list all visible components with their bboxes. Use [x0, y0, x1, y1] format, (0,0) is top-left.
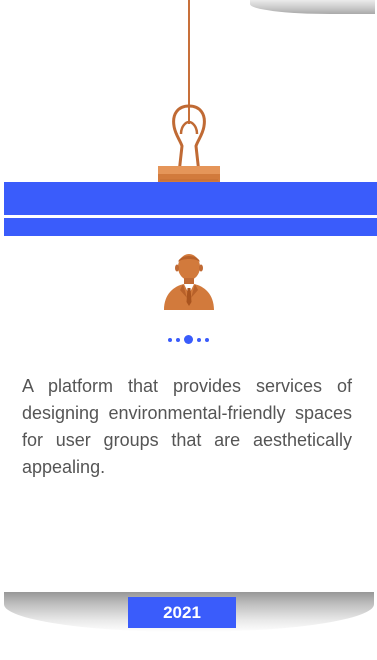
pagination-dot[interactable] — [205, 337, 209, 342]
pagination-dots — [0, 335, 377, 344]
banner-divider — [4, 215, 377, 218]
blue-banner — [4, 182, 377, 236]
pagination-dot[interactable] — [176, 337, 180, 342]
person-avatar-icon — [160, 250, 218, 317]
pagination-dot-active[interactable] — [184, 335, 193, 344]
description-text: A platform that provides services of des… — [22, 376, 352, 477]
year-badge: 2021 — [128, 597, 236, 628]
pagination-dot[interactable] — [197, 337, 201, 342]
pagination-dot[interactable] — [168, 337, 172, 342]
